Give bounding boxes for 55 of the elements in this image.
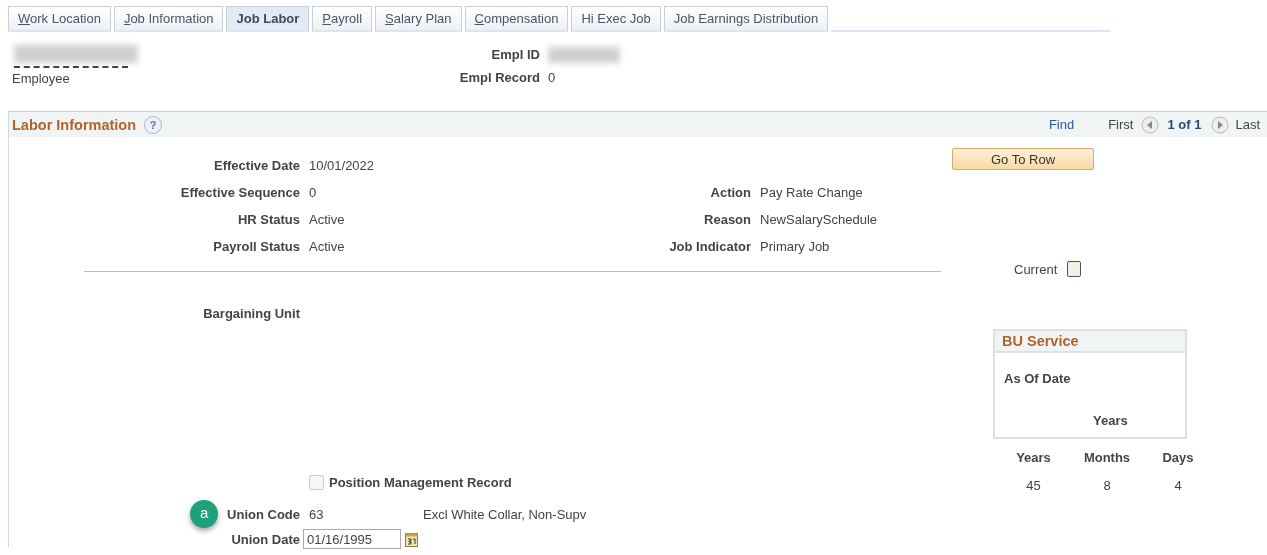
tab[interactable]: Payroll bbox=[312, 6, 373, 32]
field-value: Pay Rate Change bbox=[760, 185, 864, 200]
first-link[interactable]: First bbox=[1108, 117, 1134, 132]
tab[interactable]: Compensation bbox=[464, 6, 569, 32]
field-label: Effective Sequence bbox=[179, 185, 300, 200]
previous-icon[interactable] bbox=[1141, 115, 1160, 134]
field-value: 0 bbox=[309, 185, 318, 200]
tab[interactable]: Salary Plan bbox=[375, 6, 462, 32]
help-button[interactable]: ? bbox=[144, 115, 163, 134]
go-to-row-button[interactable]: Go To Row bbox=[952, 148, 1094, 170]
field-label: Effective Date bbox=[213, 158, 300, 173]
column-header: Years bbox=[1015, 449, 1052, 465]
field-value: 0 bbox=[548, 70, 557, 85]
employee-label: Employee bbox=[12, 71, 71, 86]
field-label: Bargaining Unit bbox=[202, 306, 300, 321]
field-value: Primary Job bbox=[760, 239, 831, 254]
total-value: 4 bbox=[1173, 477, 1183, 493]
field-value: Active bbox=[309, 239, 346, 254]
column-header: Months bbox=[1082, 449, 1132, 465]
panel-title: Labor Information bbox=[12, 116, 137, 133]
field-label: As Of Date bbox=[1004, 371, 1072, 386]
current-label: Current bbox=[1014, 261, 1058, 277]
field-value: 63 bbox=[309, 506, 325, 522]
field-value: Active bbox=[309, 212, 346, 227]
tab[interactable]: Work Location bbox=[8, 6, 111, 32]
field-label: Years bbox=[1093, 413, 1129, 428]
field-value: 10/01/2022 bbox=[309, 158, 376, 173]
field-label: HR Status bbox=[236, 212, 300, 227]
checkbox[interactable] bbox=[1067, 261, 1082, 277]
calendar-icon[interactable] bbox=[404, 530, 419, 548]
next-icon[interactable] bbox=[1211, 115, 1230, 134]
field-label: Empl Record bbox=[458, 70, 540, 85]
tab[interactable]: Job Labor bbox=[226, 6, 310, 32]
total-value: 8 bbox=[1102, 477, 1112, 493]
field-label: Job Indicator bbox=[668, 239, 751, 254]
tab[interactable]: Job Earnings Distribution bbox=[663, 6, 829, 32]
checkbox-label: Position Management Record bbox=[329, 475, 512, 490]
box-title: BU Service bbox=[1002, 333, 1079, 349]
field-label: Payroll Status bbox=[212, 239, 300, 254]
tab[interactable]: Job Information bbox=[113, 6, 224, 32]
last-link[interactable]: Last bbox=[1235, 117, 1260, 132]
callout-marker: a bbox=[190, 500, 219, 528]
find-link[interactable]: Find bbox=[1048, 117, 1075, 132]
field-label: Union Code bbox=[227, 506, 300, 522]
field-label: Reason bbox=[703, 212, 751, 227]
column-header: Days bbox=[1161, 449, 1195, 465]
field-value: Excl White Collar, Non-Supv bbox=[423, 506, 587, 522]
field-label: Action bbox=[709, 185, 751, 200]
field-value: NewSalarySchedule bbox=[760, 212, 879, 227]
tab[interactable]: Hi Exec Job bbox=[571, 6, 661, 32]
date-field[interactable]: 01/16/1995 bbox=[303, 529, 401, 549]
field-label: Union Date bbox=[230, 531, 300, 547]
row-count: 1 of 1 bbox=[1167, 117, 1202, 132]
total-value: 45 bbox=[1025, 477, 1042, 493]
field-label: Empl ID bbox=[490, 47, 540, 62]
